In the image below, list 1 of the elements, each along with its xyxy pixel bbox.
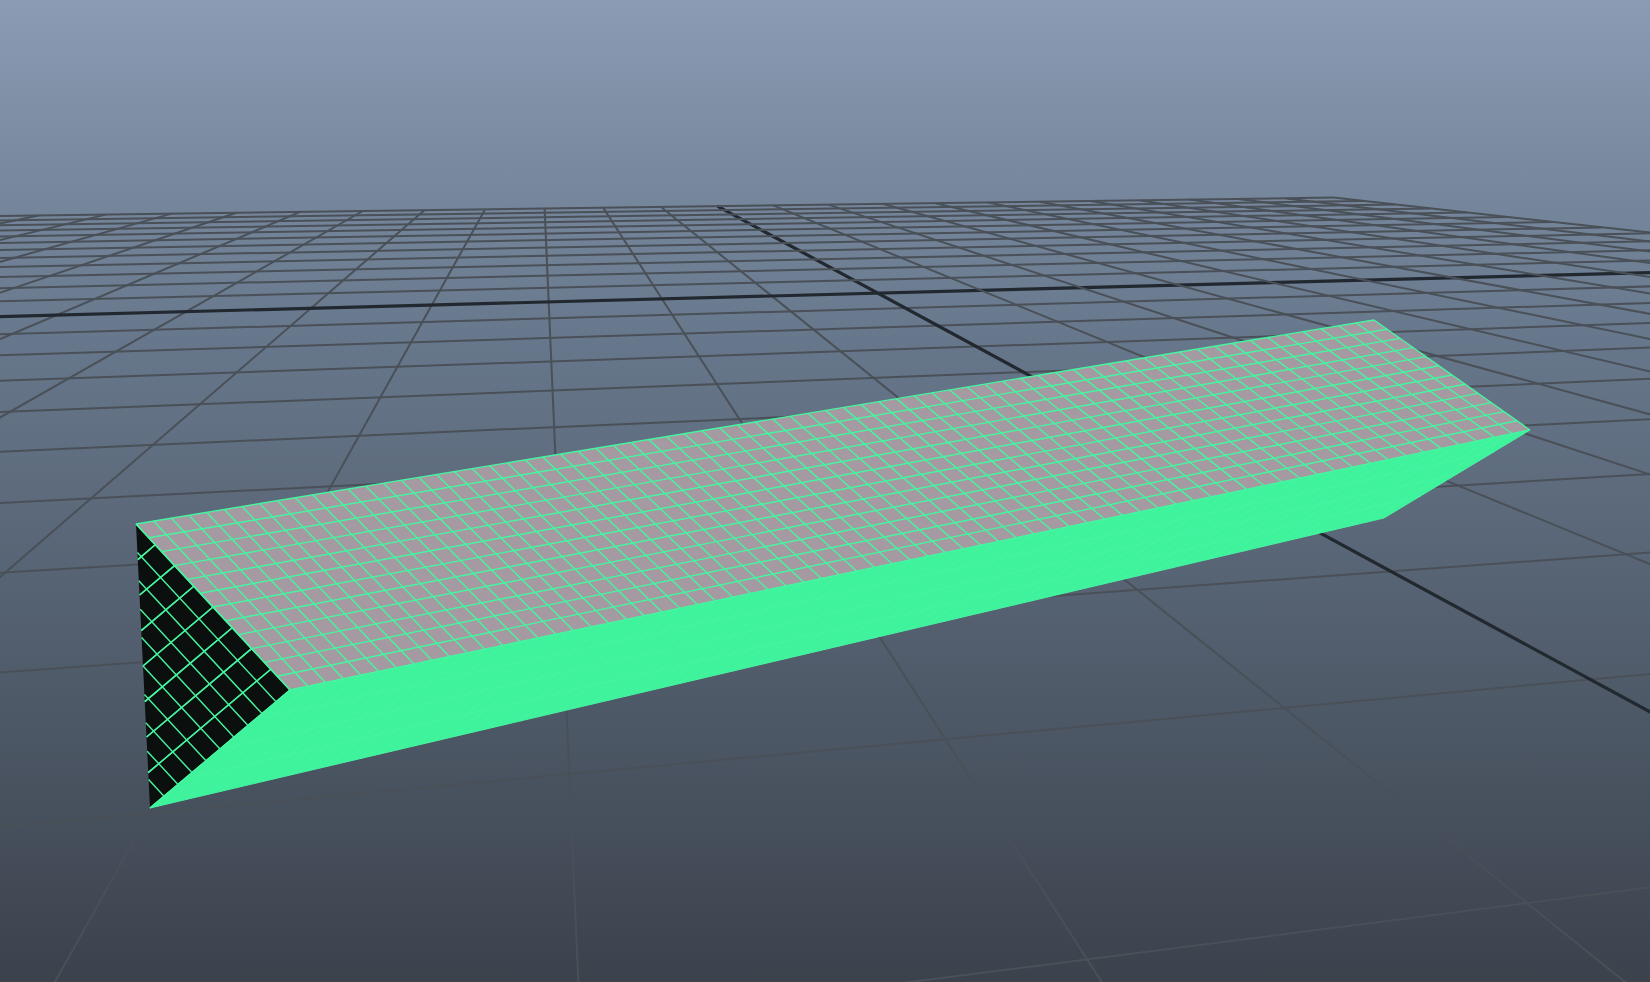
wireframe-mesh-drawing[interactable] — [135, 319, 1531, 809]
